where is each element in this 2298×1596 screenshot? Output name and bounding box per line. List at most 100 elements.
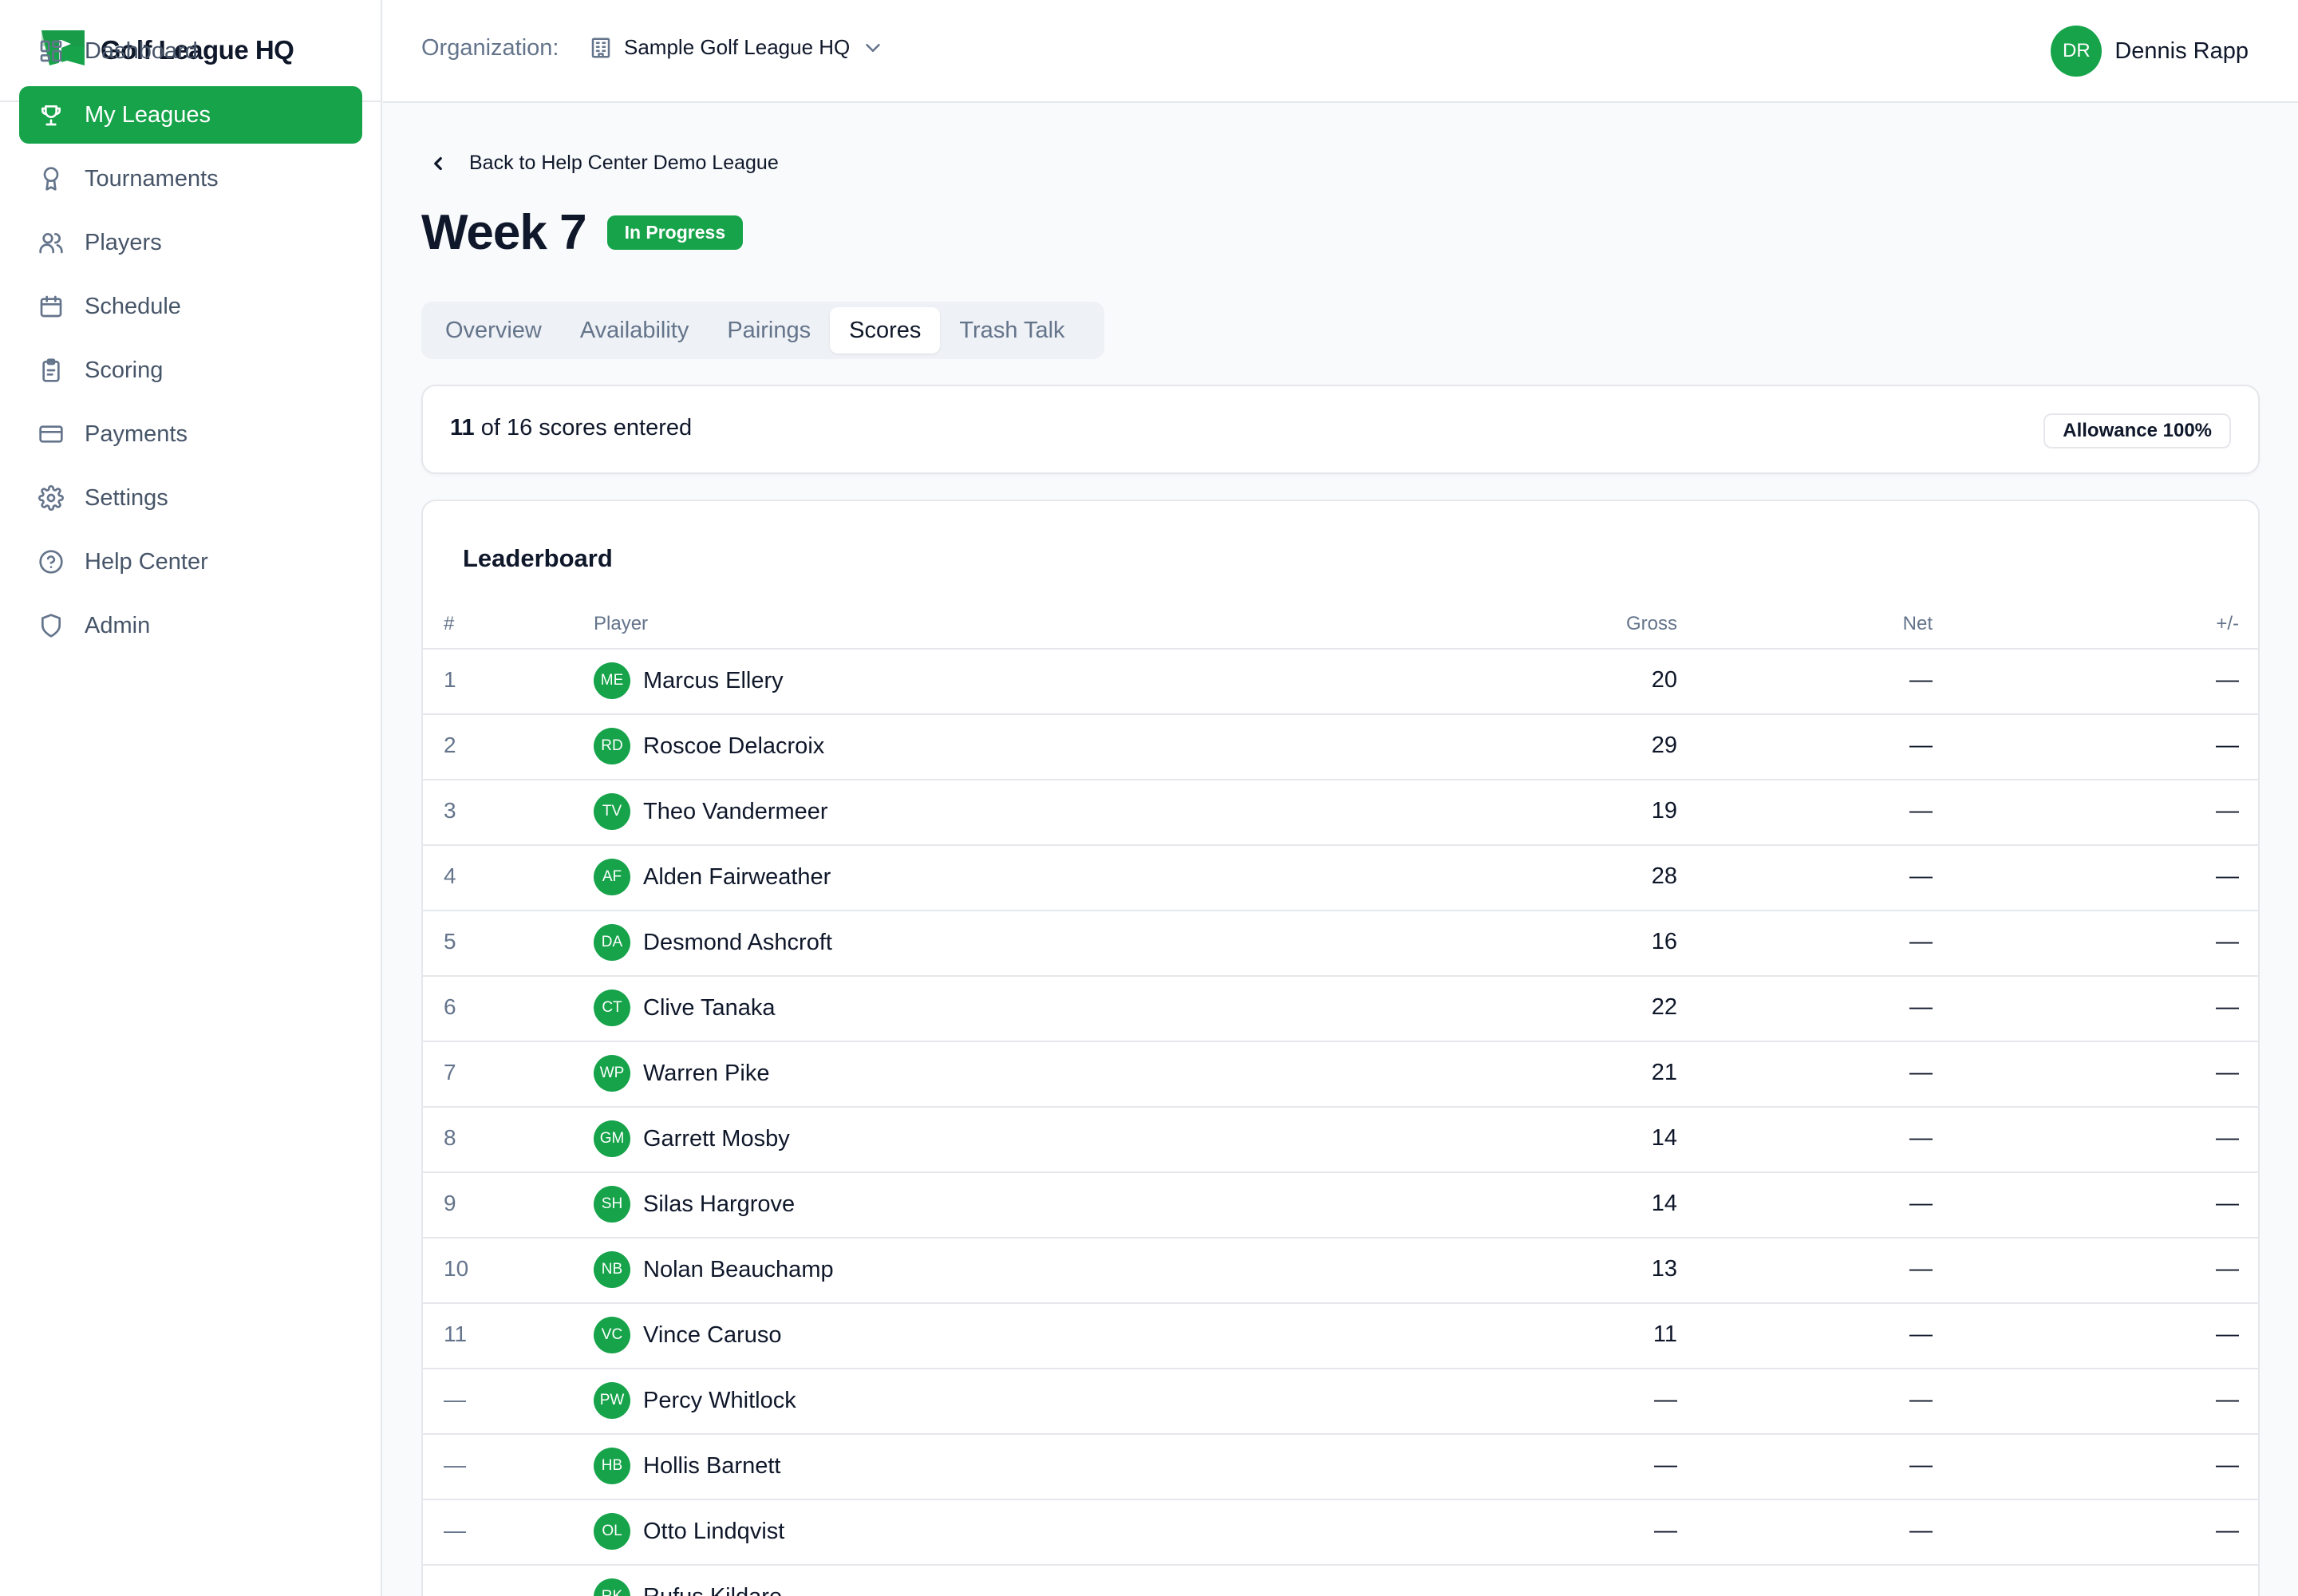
net-cell: — — [1909, 863, 1933, 889]
help-circle-icon — [39, 550, 63, 574]
net-cell: — — [1909, 1452, 1933, 1478]
sidebar-item-label: Dashboard — [85, 38, 198, 64]
rank-cell: 8 — [444, 1125, 456, 1150]
award-icon — [43, 167, 59, 191]
rank-cell: — — [444, 1583, 466, 1596]
net-cell: — — [1909, 667, 1933, 693]
sidebar-item-dashboard[interactable]: Dashboard — [19, 22, 362, 80]
player-cell: TV Theo Vandermeer — [594, 793, 828, 830]
plus-minus-cell: — — [2216, 798, 2239, 824]
player-name: Otto Lindqvist — [643, 1518, 785, 1544]
gross-cell: 14 — [1651, 1125, 1677, 1151]
table-row[interactable]: 4 AF Alden Fairweather 28 — — — [423, 846, 2258, 911]
table-row[interactable]: — RK Rufus Kildare — — — — [423, 1566, 2258, 1596]
credit-card-icon — [39, 425, 63, 443]
net-cell: — — [1909, 994, 1933, 1020]
player-avatar: RK — [594, 1578, 630, 1596]
player-name: Theo Vandermeer — [643, 798, 828, 824]
chevron-down-icon — [866, 43, 881, 52]
player-cell: SH Silas Hargrove — [594, 1186, 795, 1223]
organization-select[interactable]: Sample Golf League HQ — [589, 35, 885, 60]
sidebar: Golf League HQ Dashboard My Leagues Tourna… — [0, 0, 382, 1596]
rank-cell: 11 — [444, 1321, 468, 1346]
sidebar-item-settings[interactable]: Settings — [19, 469, 362, 527]
table-row[interactable]: 1 ME Marcus Ellery 20 — — — [423, 650, 2258, 715]
topbar: Organization: Sample Golf League HQ DR D… — [383, 0, 2298, 103]
sidebar-item-help-center[interactable]: Help Center — [19, 533, 362, 591]
sidebar-item-admin[interactable]: Admin — [19, 597, 362, 654]
organization-label: Organization: — [421, 35, 559, 61]
users-icon — [39, 233, 63, 254]
scores-summary: 11 of 16 scores entered Allowance 100% — [421, 385, 2260, 474]
player-avatar: CT — [594, 990, 630, 1026]
sidebar-item-players[interactable]: Players — [19, 214, 362, 271]
plus-minus-cell: — — [2216, 1387, 2239, 1412]
player-name: Silas Hargrove — [643, 1191, 796, 1217]
table-row[interactable]: — HB Hollis Barnett — — — — [423, 1435, 2258, 1500]
net-cell: — — [1909, 929, 1933, 954]
net-cell: — — [1909, 1518, 1933, 1543]
table-row[interactable]: 9 SH Silas Hargrove 14 — — — [423, 1173, 2258, 1238]
net-cell: — — [1909, 1387, 1933, 1412]
sidebar-item-scoring[interactable]: Scoring — [19, 342, 362, 399]
tab-pairings[interactable]: Pairings — [708, 307, 830, 354]
gross-cell: 20 — [1651, 667, 1677, 693]
table-row[interactable]: 5 DA Desmond Ashcroft 16 — — — [423, 911, 2258, 977]
net-cell: — — [1909, 798, 1933, 824]
table-row[interactable]: 11 VC Vince Caruso 11 — — — [423, 1304, 2258, 1369]
gross-cell: — — [1654, 1518, 1677, 1543]
sidebar-item-label: Scoring — [85, 357, 164, 383]
player-cell: OL Otto Lindqvist — [594, 1513, 784, 1550]
tab-overview[interactable]: Overview — [426, 307, 561, 354]
chevron-left-icon — [434, 156, 442, 170]
sidebar-item-tournaments[interactable]: Tournaments — [19, 150, 362, 207]
sidebar-item-my-leagues[interactable]: My Leagues — [19, 86, 362, 144]
back-link[interactable]: Back to Help Center Demo League — [428, 152, 779, 175]
dashboard-icon — [40, 40, 62, 62]
plus-minus-cell: — — [2216, 863, 2239, 889]
table-row[interactable]: 10 NB Nolan Beauchamp 13 — — — [423, 1238, 2258, 1304]
plus-minus-cell: — — [2216, 1060, 2239, 1085]
scores-entered-text: 11 of 16 scores entered — [450, 415, 692, 441]
plus-minus-cell: — — [2216, 1321, 2239, 1347]
sidebar-item-schedule[interactable]: Schedule — [19, 278, 362, 335]
rank-cell: — — [444, 1518, 466, 1543]
table-row[interactable]: 6 CT Clive Tanaka 22 — — — [423, 977, 2258, 1042]
table-row[interactable]: 3 TV Theo Vandermeer 19 — — — [423, 780, 2258, 846]
player-cell: HB Hollis Barnett — [594, 1448, 780, 1484]
rank-cell: 5 — [444, 929, 456, 954]
tab-scores[interactable]: Scores — [830, 307, 941, 354]
net-cell: — — [1909, 1321, 1933, 1347]
player-name: Roscoe Delacroix — [643, 733, 825, 759]
column-net: Net — [1902, 613, 1933, 634]
table-row[interactable]: 2 RD Roscoe Delacroix 29 — — — [423, 715, 2258, 780]
rank-cell: 9 — [444, 1191, 456, 1215]
allowance-badge: Allowance 100% — [2043, 413, 2231, 448]
gross-cell: 13 — [1651, 1256, 1677, 1282]
table-row[interactable]: 7 WP Warren Pike 21 — — — [423, 1042, 2258, 1108]
player-avatar: SH — [594, 1186, 630, 1223]
column-player: Player — [594, 613, 649, 634]
rank-cell: 7 — [444, 1060, 456, 1084]
player-cell: ME Marcus Ellery — [594, 662, 784, 699]
tab-trash-talk[interactable]: Trash Talk — [940, 307, 1084, 354]
table-row[interactable]: — PW Percy Whitlock — — — — [423, 1369, 2258, 1435]
sidebar-item-label: My Leagues — [85, 101, 211, 128]
table-row[interactable]: 8 GM Garrett Mosby 14 — — — [423, 1108, 2258, 1173]
scores-entered-count: 11 — [450, 415, 475, 440]
page-header: Week 7 In Progress — [421, 204, 744, 261]
plus-minus-cell: — — [2216, 994, 2239, 1020]
table-row[interactable]: — OL Otto Lindqvist — — — — [423, 1500, 2258, 1566]
column-plus-minus: +/- — [2216, 613, 2239, 634]
sidebar-item-payments[interactable]: Payments — [19, 405, 362, 463]
player-cell: DA Desmond Ashcroft — [594, 924, 832, 961]
gross-cell: — — [1654, 1583, 1677, 1596]
gross-cell: — — [1654, 1387, 1677, 1412]
gear-icon — [38, 485, 64, 511]
tab-availability[interactable]: Availability — [561, 307, 708, 354]
status-badge: In Progress — [606, 215, 744, 250]
building-icon — [591, 38, 610, 57]
player-name: Hollis Barnett — [643, 1452, 781, 1479]
user-menu[interactable]: DR Dennis Rapp — [2051, 26, 2249, 77]
plus-minus-cell: — — [2216, 1518, 2239, 1543]
